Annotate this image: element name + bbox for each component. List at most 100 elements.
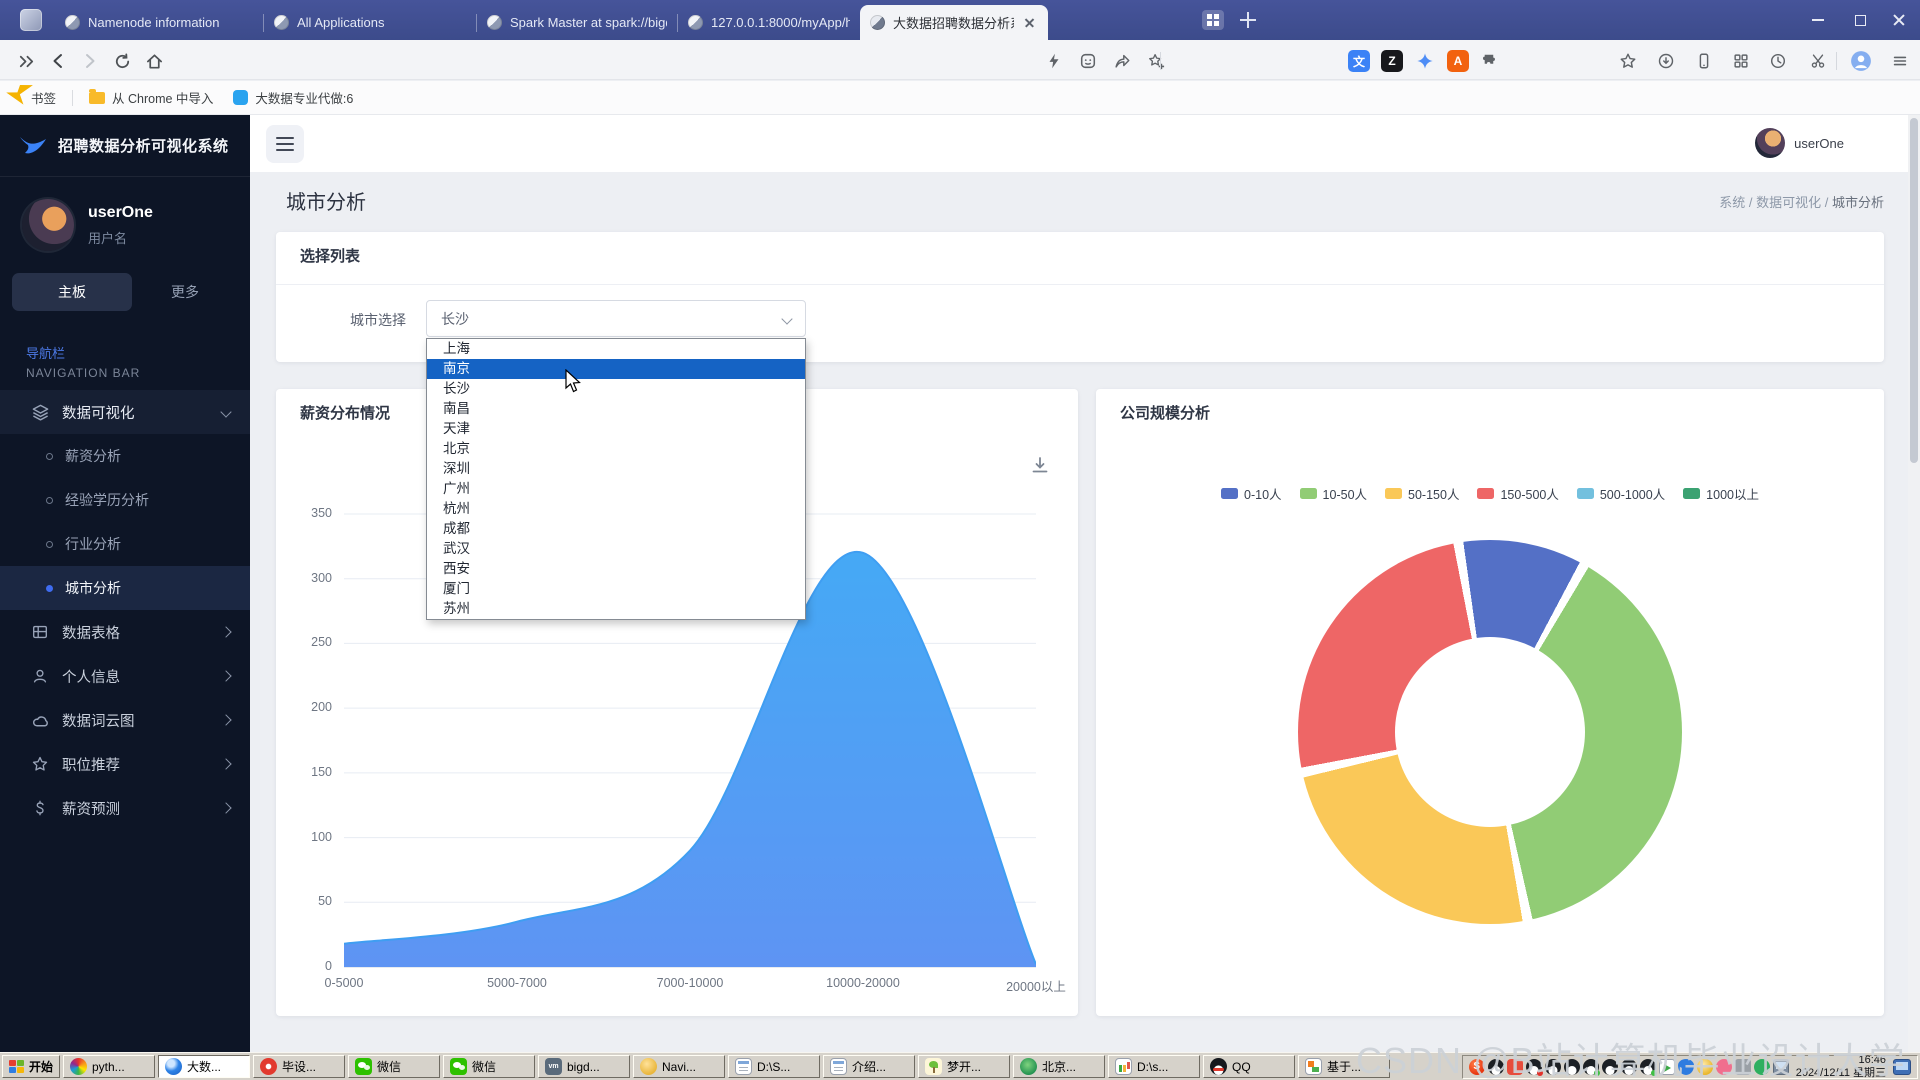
legend-item-150-500人[interactable]: 150-500人	[1477, 484, 1558, 503]
company-size-donut-chart[interactable]	[1298, 540, 1682, 924]
legend-item-50-150人[interactable]: 50-150人	[1385, 484, 1459, 503]
browser-tab[interactable]: Namenode information	[55, 5, 263, 40]
dropdown-option-上海[interactable]: 上海	[427, 339, 805, 359]
dropdown-option-南昌[interactable]: 南昌	[427, 399, 805, 419]
legend-label: 1000以上	[1706, 484, 1759, 503]
dropdown-option-南京[interactable]: 南京	[427, 359, 805, 379]
dropdown-option-深圳[interactable]: 深圳	[427, 459, 805, 479]
downloads-icon[interactable]	[1654, 49, 1678, 73]
workspace-icon[interactable]	[1202, 10, 1224, 30]
forward-icon[interactable]	[78, 49, 102, 73]
window-close-icon[interactable]	[1876, 0, 1920, 40]
taskbar-app-Navi...[interactable]: Navi...	[633, 1055, 725, 1078]
puzzle-icon[interactable]	[1479, 49, 1503, 73]
sidebar-item-职位推荐[interactable]: 职位推荐	[0, 742, 250, 786]
bookmark-item[interactable]: 大数据专业代做:6	[223, 88, 363, 107]
tab-close-icon[interactable]	[1022, 15, 1038, 31]
city-select[interactable]: 长沙	[426, 300, 806, 337]
phone-icon[interactable]	[1692, 49, 1716, 73]
share-icon[interactable]	[1110, 49, 1134, 73]
profile-icon[interactable]	[1849, 49, 1873, 73]
home-icon[interactable]	[142, 49, 166, 73]
lightning-icon[interactable]	[1042, 49, 1066, 73]
wechat-green	[355, 1058, 372, 1075]
hamburger-menu-icon[interactable]	[266, 125, 304, 163]
history-icon[interactable]	[1766, 49, 1790, 73]
taskbar-app-微信[interactable]: 微信	[443, 1055, 535, 1078]
back-icon[interactable]	[46, 49, 70, 73]
taskbar-app-北京...[interactable]: 北京...	[1013, 1055, 1105, 1078]
sidebar-item-数据可视化[interactable]: 数据可视化	[0, 390, 250, 434]
taskbar-app-毕设...[interactable]: 毕设...	[253, 1055, 345, 1078]
taskbar-app-梦开...[interactable]: 梦开...	[918, 1055, 1010, 1078]
breadcrumb-item[interactable]: 数据可视化	[1756, 195, 1821, 210]
new-tab-icon[interactable]	[1240, 12, 1256, 28]
dropdown-option-成都[interactable]: 成都	[427, 519, 805, 539]
dropdown-option-苏州[interactable]: 苏州	[427, 599, 805, 619]
tab-main-board[interactable]: 主板	[12, 273, 132, 311]
translate-icon[interactable]: 文	[1347, 49, 1371, 73]
taskbar-app-pyth...[interactable]: pyth...	[63, 1055, 155, 1078]
scrollbar-thumb[interactable]	[1910, 118, 1918, 463]
dropdown-option-长沙[interactable]: 长沙	[427, 379, 805, 399]
z-extension-icon[interactable]: Z	[1380, 49, 1404, 73]
bookmark-folder[interactable]: 从 Chrome 中导入	[79, 88, 223, 107]
sidebar-item-个人信息[interactable]: 个人信息	[0, 654, 250, 698]
window-minimize-icon[interactable]	[1796, 0, 1840, 40]
legend-item-1000以上[interactable]: 1000以上	[1683, 484, 1759, 503]
taskbar-app-D:\S...[interactable]: D:\S...	[728, 1055, 820, 1078]
legend-item-0-10人[interactable]: 0-10人	[1221, 484, 1282, 503]
apps-grid-icon[interactable]	[1729, 49, 1753, 73]
sidebar-subitem-经验学历分析[interactable]: 经验学历分析	[0, 478, 250, 522]
dropdown-option-杭州[interactable]: 杭州	[427, 499, 805, 519]
sidebar-subitem-薪资分析[interactable]: 薪资分析	[0, 434, 250, 478]
sidebar-subitem-城市分析[interactable]: 城市分析	[0, 566, 250, 610]
browser-tab[interactable]: Spark Master at spark://bigd	[477, 5, 677, 40]
vmware-blue: vm	[545, 1058, 562, 1075]
tab-more[interactable]: 更多	[132, 282, 238, 302]
bookmark-add-icon[interactable]	[1144, 49, 1168, 73]
capture-icon[interactable]	[1806, 49, 1830, 73]
overflow-chevrons-icon[interactable]	[14, 49, 38, 73]
dropdown-option-西安[interactable]: 西安	[427, 559, 805, 579]
favorites-icon[interactable]	[1616, 49, 1640, 73]
dropdown-option-广州[interactable]: 广州	[427, 479, 805, 499]
dropdown-option-天津[interactable]: 天津	[427, 419, 805, 439]
bookmark-item[interactable]: 书签	[0, 88, 66, 107]
breadcrumb-item[interactable]: 系统	[1719, 195, 1745, 210]
download-chart-icon[interactable]	[1030, 455, 1050, 475]
taskbar-app-微信[interactable]: 微信	[348, 1055, 440, 1078]
dropdown-option-武汉[interactable]: 武汉	[427, 539, 805, 559]
sidebar-item-数据表格[interactable]: 数据表格	[0, 610, 250, 654]
sparkle-icon[interactable]	[1413, 49, 1437, 73]
taskbar-app-D:\s...[interactable]: D:\s...	[1108, 1055, 1200, 1078]
browser-tab[interactable]: 127.0.0.1:8000/myApp/home/	[678, 5, 860, 40]
sidebar-item-薪资预测[interactable]: 薪资预测	[0, 786, 250, 830]
breadcrumb-separator: /	[1821, 195, 1832, 210]
header-user[interactable]: userOne	[1755, 128, 1844, 158]
browser-app-icon[interactable]	[20, 9, 42, 31]
sidebar: 招聘数据分析可视化系统 userOne 用户名 主板 更多 导航栏 NAVIGA…	[0, 115, 250, 1052]
sidebar-item-数据词云图[interactable]: 数据词云图	[0, 698, 250, 742]
city-select-label: 城市选择	[350, 310, 406, 330]
browser-tab[interactable]: All Applications	[264, 5, 476, 40]
breadcrumb-item[interactable]: 城市分析	[1832, 195, 1884, 210]
browser-tab-active[interactable]: 大数据招聘数据分析系统	[860, 5, 1048, 40]
taskbar-app-QQ[interactable]: QQ	[1203, 1055, 1295, 1078]
taskbar-app-介绍...[interactable]: 介绍...	[823, 1055, 915, 1078]
dropdown-option-厦门[interactable]: 厦门	[427, 579, 805, 599]
start-button[interactable]: 开始	[2, 1055, 60, 1078]
legend-item-10-50人[interactable]: 10-50人	[1300, 484, 1367, 503]
navicat-yellow	[640, 1058, 657, 1075]
taskbar-app-大数...[interactable]: 大数...	[158, 1055, 250, 1078]
table-icon	[30, 622, 50, 642]
sidebar-subitem-行业分析[interactable]: 行业分析	[0, 522, 250, 566]
reader-icon[interactable]	[1076, 49, 1100, 73]
legend-swatch	[1221, 488, 1238, 499]
taskbar-app-bigd...[interactable]: vmbigd...	[538, 1055, 630, 1078]
legend-item-500-1000人[interactable]: 500-1000人	[1577, 484, 1665, 503]
reload-icon[interactable]	[110, 49, 134, 73]
menu-icon[interactable]	[1888, 49, 1912, 73]
dropdown-option-北京[interactable]: 北京	[427, 439, 805, 459]
adobe-icon[interactable]: A	[1446, 49, 1470, 73]
